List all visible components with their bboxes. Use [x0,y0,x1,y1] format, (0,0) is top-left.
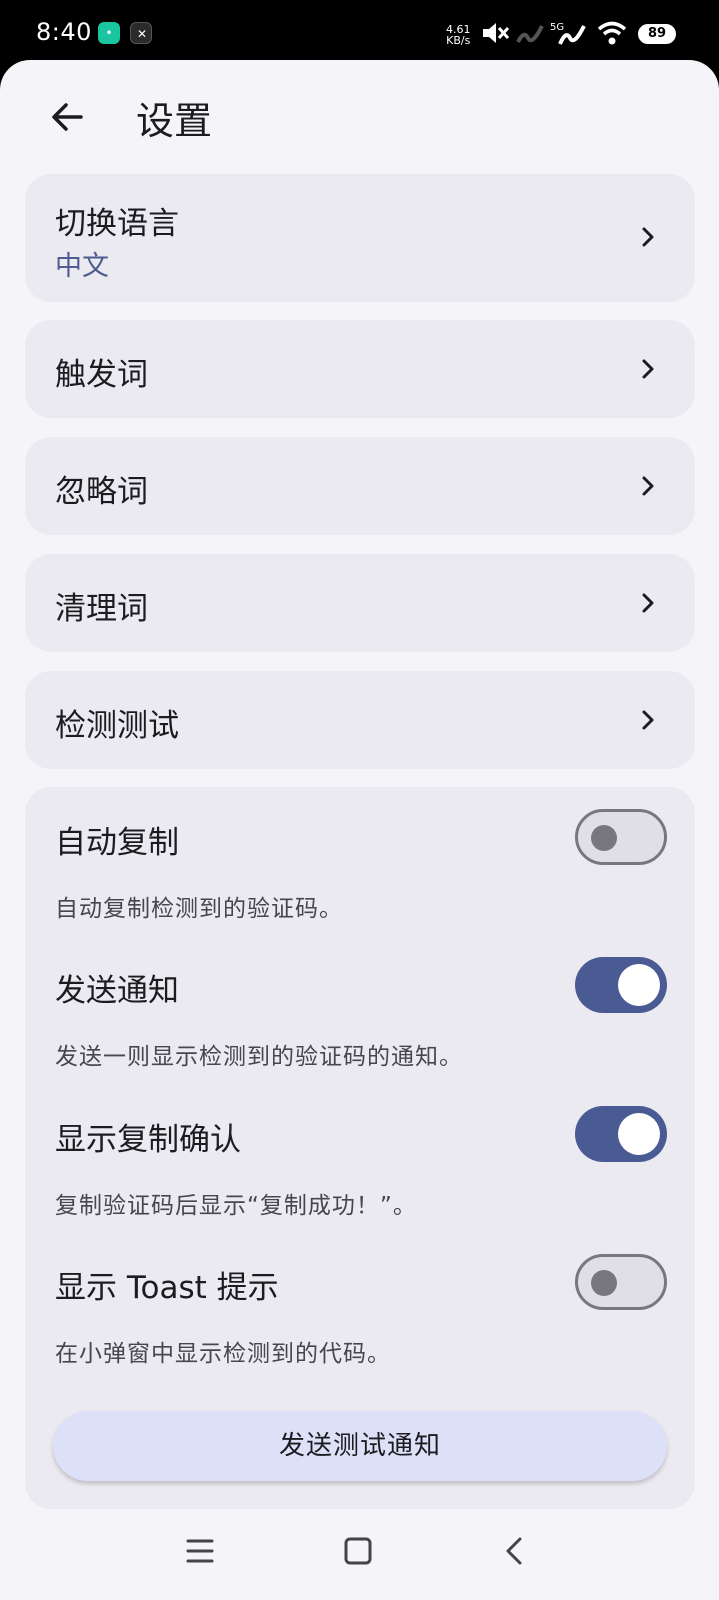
ignore-words-label: 忽略词 [55,474,148,510]
detection-test-row[interactable]: 检测测试 [25,671,695,769]
app-notification-icon: • [98,22,120,44]
system-nav-bar [0,1510,719,1600]
back-nav-icon[interactable] [502,1536,528,1566]
toggle-knob [591,825,617,851]
toast-description: 在小弹窗中显示检测到的代码。 [55,1341,391,1367]
copy-confirmation-toggle[interactable] [575,1106,667,1162]
chevron-right-icon [642,359,654,379]
copy-confirmation-label: 显示复制确认 [55,1122,241,1158]
menu-icon[interactable] [186,1536,214,1566]
page-title: 设置 [136,99,213,143]
toast-toggle[interactable] [575,1254,667,1310]
toggle-knob [591,1270,617,1296]
toggle-knob [618,1113,660,1155]
send-notification-description: 发送一则显示检测到的验证码的通知。 [55,1044,463,1070]
arrow-left-icon[interactable] [46,96,88,138]
chevron-right-icon [642,710,654,730]
network-speed-unit: KB/s [446,34,471,47]
ignore-words-row[interactable]: 忽略词 [25,437,695,535]
mute-icon [483,23,510,43]
auto-copy-description: 自动复制检测到的验证码。 [55,896,343,922]
language-label: 切换语言 [55,206,179,242]
language-row[interactable]: 切换语言 中文 [25,174,695,302]
app-notification-icon-2: ✕ [130,22,152,44]
auto-copy-label: 自动复制 [55,825,179,861]
settings-screen: 设置 切换语言 中文 触发词 忽略词 清理词 检测测试 自动复制 自动复制检测到… [0,60,719,1600]
signal-5g-icon [558,25,586,45]
trigger-words-label: 触发词 [55,357,148,393]
chevron-right-icon [642,227,654,247]
trigger-words-row[interactable]: 触发词 [25,320,695,418]
status-time: 8:40 [36,18,92,46]
status-bar: 8:40 • ✕ 4.61 KB/s 5G 89 [0,0,719,62]
clean-words-row[interactable]: 清理词 [25,554,695,652]
auto-copy-toggle[interactable] [575,809,667,865]
signal-icon [516,25,544,43]
chevron-right-icon [642,476,654,496]
send-notification-toggle[interactable] [575,957,667,1013]
clean-words-label: 清理词 [55,591,148,627]
send-notification-label: 发送通知 [55,973,179,1009]
network-speed: 4.61 KB/s [446,24,471,46]
settings-toggles-card: 自动复制 自动复制检测到的验证码。 发送通知 发送一则显示检测到的验证码的通知。… [25,787,695,1509]
detection-test-label: 检测测试 [55,708,179,744]
toast-label: 显示 Toast 提示 [55,1270,279,1306]
chevron-right-icon [642,593,654,613]
send-test-notification-button[interactable]: 发送测试通知 [53,1411,667,1481]
home-icon[interactable] [343,1536,373,1566]
battery-indicator: 89 [638,24,676,44]
toggle-knob [618,964,660,1006]
language-value: 中文 [55,251,109,282]
wifi-icon [597,21,627,45]
copy-confirmation-description: 复制验证码后显示“复制成功！”。 [55,1193,417,1219]
